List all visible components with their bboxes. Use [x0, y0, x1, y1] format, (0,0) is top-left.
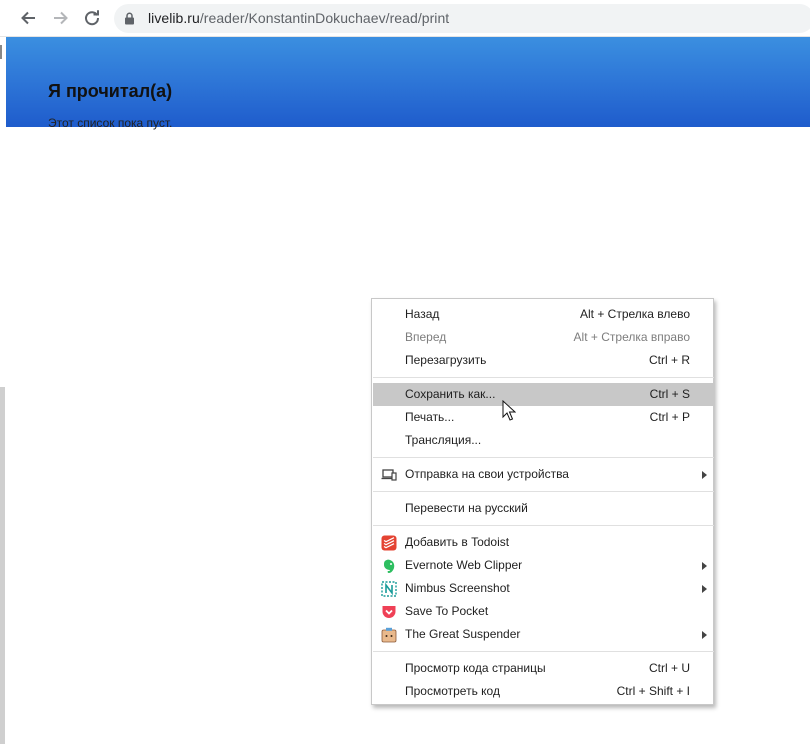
address-bar[interactable]: livelib.ru/reader/KonstantinDokuchaev/re… — [114, 4, 810, 33]
left-window-edge — [0, 37, 6, 744]
menu-item-shortcut: Alt + Стрелка вправо — [573, 330, 690, 344]
menu-item-label: Перезагрузить — [405, 353, 487, 367]
submenu-arrow-icon — [702, 631, 707, 639]
menu-item-label: Save To Pocket — [405, 604, 489, 618]
menu-item-label: Добавить в Todoist — [405, 535, 510, 549]
browser-toolbar: livelib.ru/reader/KonstantinDokuchaev/re… — [0, 0, 810, 37]
scrollbar[interactable] — [0, 387, 5, 744]
menu-item-shortcut: Ctrl + U — [648, 661, 690, 675]
evernote-icon — [384, 559, 395, 573]
menu-item-label: The Great Suspender — [405, 627, 521, 641]
menu-item-pocket[interactable]: Save To Pocket — [373, 600, 714, 623]
menu-item-shortcut: Ctrl + S — [649, 387, 690, 401]
submenu-arrow-icon — [702, 585, 707, 593]
menu-item-back[interactable]: Назад Alt + Стрелка влево — [373, 303, 714, 326]
url-text[interactable]: livelib.ru/reader/KonstantinDokuchaev/re… — [148, 10, 449, 26]
pocket-icon — [382, 606, 396, 618]
forward-arrow-icon — [54, 11, 68, 25]
menu-item-shortcut: Ctrl + P — [649, 410, 690, 424]
menu-item-label: Печать... — [405, 410, 455, 424]
menu-item-label: Просмотреть код — [405, 684, 500, 698]
menu-item-label: Просмотр кода страницы — [405, 661, 546, 675]
menu-item-reload[interactable]: Перезагрузить Ctrl + R — [373, 349, 714, 372]
submenu-arrow-icon — [702, 471, 707, 479]
menu-item-shortcut: Ctrl + R — [648, 353, 690, 367]
menu-item-shortcut: Alt + Стрелка влево — [579, 307, 690, 321]
menu-item-nimbus[interactable]: Nimbus Screenshot — [373, 577, 714, 600]
menu-separator — [373, 457, 714, 458]
mouse-cursor-icon — [502, 400, 516, 421]
lock-icon[interactable] — [124, 12, 135, 25]
menu-item-great-suspender[interactable]: The Great Suspender — [373, 623, 714, 646]
menu-item-view-source[interactable]: Просмотр кода страницы Ctrl + U — [373, 657, 714, 680]
menu-item-todoist[interactable]: Добавить в Todoist — [373, 531, 714, 554]
menu-item-send-to-devices[interactable]: Отправка на свои устройства — [373, 463, 714, 486]
url-host: livelib.ru — [148, 10, 200, 26]
forward-button[interactable] — [50, 7, 72, 29]
menu-item-save-as[interactable]: Сохранить как... Ctrl + S — [373, 383, 714, 406]
back-button[interactable] — [17, 7, 39, 29]
menu-item-inspect[interactable]: Просмотреть код Ctrl + Shift + I — [373, 680, 714, 703]
suspender-icon — [381, 627, 397, 643]
menu-item-label: Вперед — [405, 330, 447, 344]
menu-item-shortcut: Ctrl + Shift + I — [616, 684, 690, 698]
menu-item-forward[interactable]: Вперед Alt + Стрелка вправо — [373, 326, 714, 349]
menu-item-label: Назад — [405, 307, 440, 321]
menu-item-evernote[interactable]: Evernote Web Clipper — [373, 554, 714, 577]
menu-separator — [373, 525, 714, 526]
submenu-arrow-icon — [702, 562, 707, 570]
menu-item-cast[interactable]: Трансляция... — [373, 429, 714, 452]
menu-item-label: Трансляция... — [405, 433, 482, 447]
menu-item-label: Сохранить как... — [405, 387, 496, 401]
reload-button[interactable] — [81, 7, 103, 29]
menu-item-print[interactable]: Печать... Ctrl + P — [373, 406, 714, 429]
menu-separator — [373, 491, 714, 492]
menu-item-label: Перевести на русский — [405, 501, 528, 515]
context-menu: Назад Alt + Стрелка влево Вперед Alt + С… — [371, 298, 714, 705]
menu-separator — [373, 651, 714, 652]
empty-list-text: Этот список пока пуст. — [48, 116, 173, 130]
edge-mark — [0, 45, 2, 59]
nimbus-icon — [381, 581, 397, 597]
menu-item-label: Отправка на свои устройства — [405, 467, 569, 481]
todoist-icon — [381, 535, 397, 551]
menu-item-translate[interactable]: Перевести на русский — [373, 497, 714, 520]
page-title: Я прочитал(а) — [48, 81, 173, 101]
back-arrow-icon — [21, 11, 35, 25]
devices-icon — [381, 469, 397, 481]
reload-icon — [85, 10, 100, 26]
menu-item-label: Nimbus Screenshot — [405, 581, 510, 595]
url-path: /reader/KonstantinDokuchaev/read/print — [199, 10, 450, 26]
menu-item-label: Evernote Web Clipper — [405, 558, 523, 572]
menu-separator — [373, 377, 714, 378]
